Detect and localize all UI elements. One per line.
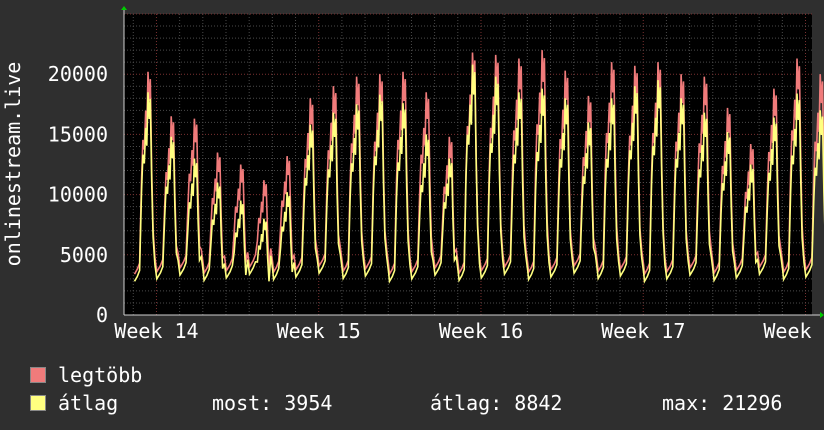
y-axis-arrow (121, 6, 127, 10)
x-tick-label: Week 17 (601, 319, 685, 343)
legend-label-max: legtöbb (58, 363, 143, 387)
x-tick-label: Week 15 (277, 319, 361, 343)
y-axis-title: onlinestream.live (1, 62, 25, 267)
stat-now: most: 3954 (212, 391, 332, 415)
legend-swatch-max (30, 367, 46, 383)
legend-item-max: legtöbb (30, 363, 142, 387)
x-axis-arrow (820, 312, 824, 318)
x-tick-label: Week 14 (114, 319, 198, 343)
y-tick-label: 10000 (48, 183, 108, 207)
stat-avg-label: átlag: (430, 391, 503, 415)
stat-avg: átlag: 8842 (430, 391, 562, 415)
stat-max-label: max: (662, 391, 711, 415)
stat-now-value: 3954 (284, 391, 333, 415)
x-tick-label: Week 16 (439, 319, 523, 343)
y-tick-label: 5000 (60, 243, 108, 267)
legend-item-avg: átlag (30, 391, 118, 415)
legend-label-avg: átlag (58, 391, 119, 415)
chart-root: 0 5000 10000 15000 20000 Week 14 Week 15 Week 1… (0, 0, 824, 430)
y-tick-label: 20000 (48, 62, 108, 86)
y-tick-label: 0 (96, 303, 108, 327)
x-tick-label: Week 18 (763, 319, 824, 343)
stat-avg-value: 8842 (514, 391, 563, 415)
stat-now-label: most: (212, 391, 273, 415)
stat-max: max: 21296 (662, 391, 782, 415)
y-tick-label: 15000 (48, 122, 108, 146)
stat-max-value: 21296 (722, 391, 783, 415)
legend-swatch-avg (30, 395, 46, 411)
